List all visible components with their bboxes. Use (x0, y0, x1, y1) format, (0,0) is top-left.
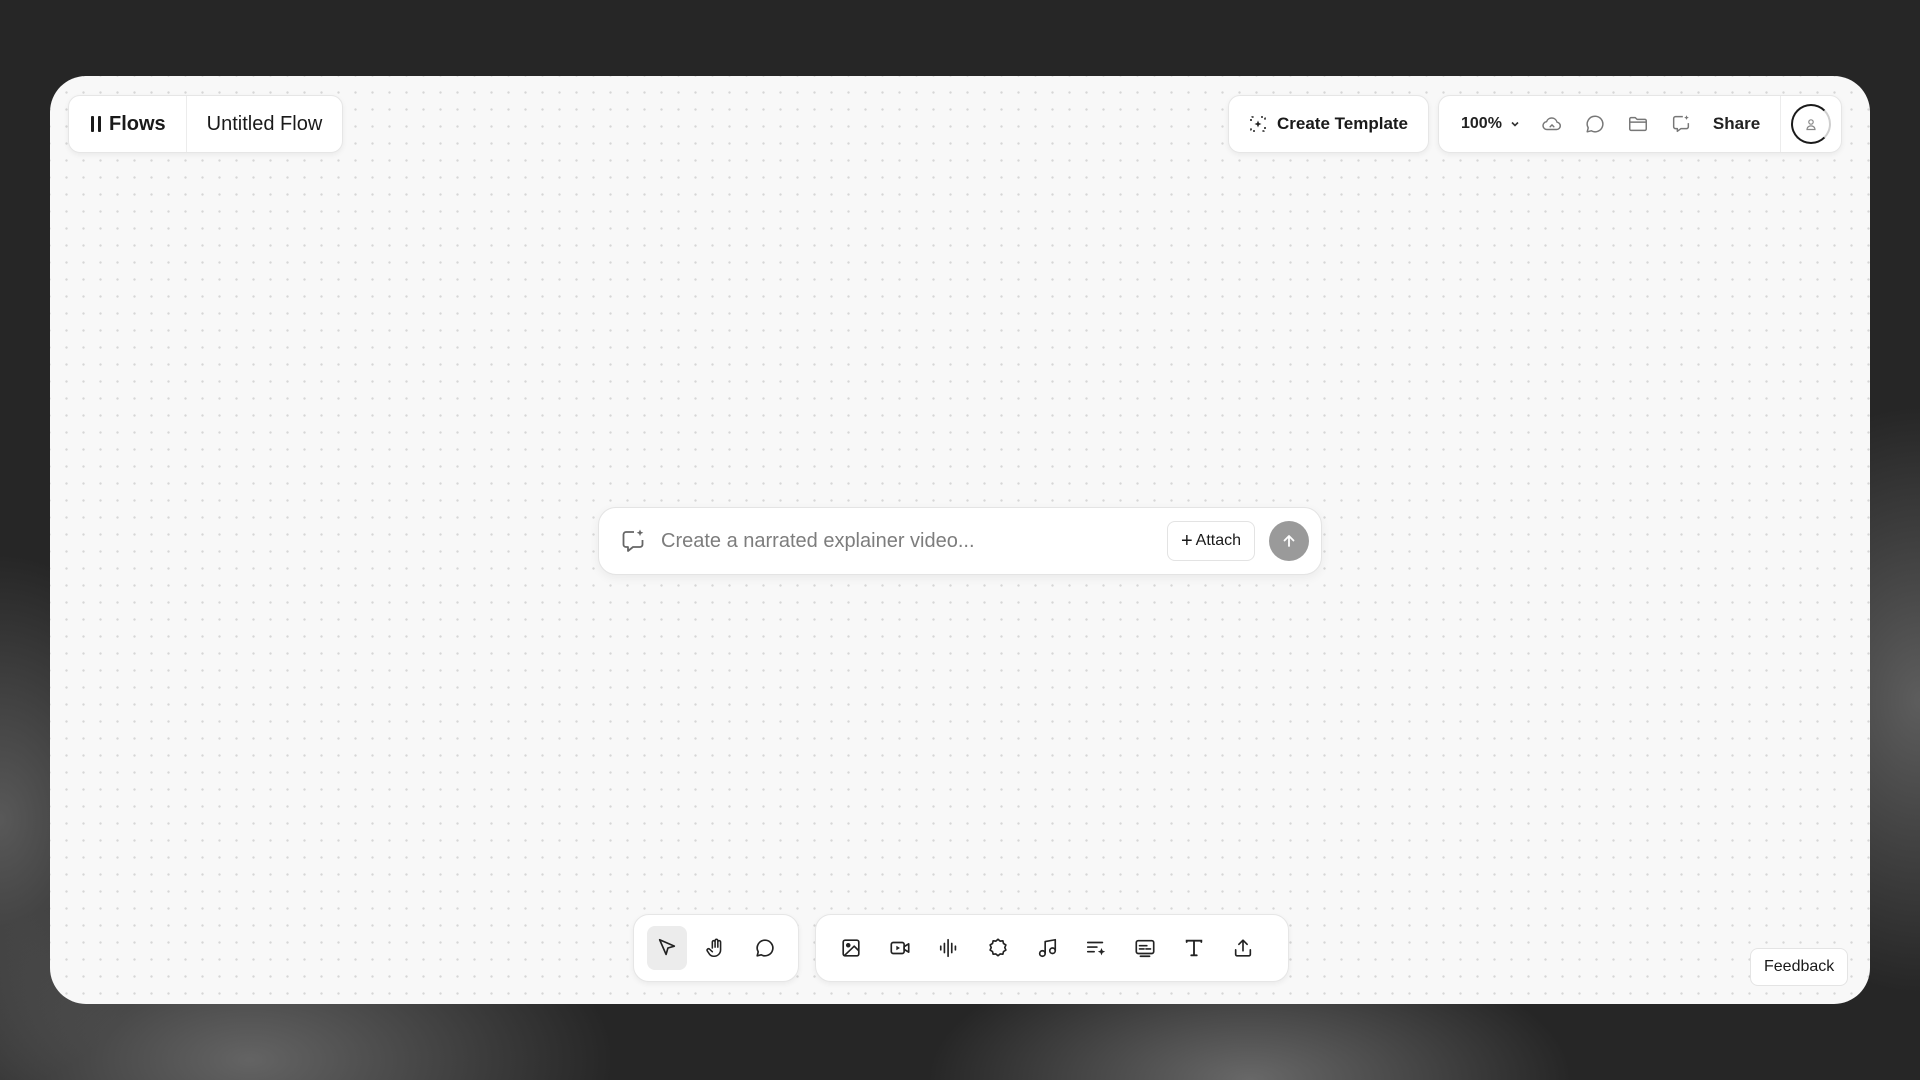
zoom-level: 100% (1461, 115, 1502, 132)
cursor-icon (658, 938, 675, 956)
text-tool[interactable] (1173, 926, 1215, 970)
plus-icon: + (1180, 530, 1193, 552)
top-right-toolbar: 100% Share (1438, 95, 1843, 153)
video-tool[interactable] (879, 926, 921, 970)
attach-label: Attach (1195, 532, 1241, 549)
user-avatar[interactable] (1791, 104, 1832, 144)
flows-home-button[interactable]: Flows (69, 96, 187, 152)
zoom-dropdown[interactable]: 100% (1461, 115, 1520, 133)
brand-panel: Flows Untitled Flow (68, 95, 344, 153)
flow-title[interactable]: Untitled Flow (187, 113, 343, 136)
waveform-icon (939, 938, 956, 958)
music-note-icon (1038, 938, 1056, 958)
image-tool[interactable] (830, 926, 872, 970)
template-icon (1249, 115, 1267, 133)
select-tool[interactable] (646, 926, 687, 970)
upload-tool[interactable] (1222, 926, 1264, 970)
navigation-toolbar (633, 914, 799, 982)
brand-label: Flows (109, 112, 166, 135)
ai-chat-icon[interactable] (1667, 110, 1695, 138)
comments-icon[interactable] (1581, 110, 1609, 138)
comment-tool[interactable] (745, 926, 785, 970)
music-tool[interactable] (1026, 926, 1068, 970)
audio-tool[interactable] (928, 926, 970, 970)
avatar-container (1780, 96, 1841, 152)
video-camera-icon (889, 941, 910, 955)
hand-tool[interactable] (696, 926, 736, 970)
chevron-down-icon (1511, 121, 1519, 127)
effects-tool[interactable] (977, 926, 1019, 970)
arrow-up-icon (1283, 535, 1295, 547)
ai-sparkle-icon (619, 527, 647, 555)
text-sparkle-icon (1086, 941, 1105, 956)
comment-icon (756, 939, 774, 957)
create-template-label: Create Template (1277, 114, 1409, 133)
image-icon (841, 939, 860, 957)
captions-tool[interactable] (1124, 926, 1166, 970)
media-toolbar (815, 914, 1289, 982)
sparkle-badge-icon (988, 938, 1007, 957)
feedback-button[interactable]: Feedback (1750, 948, 1849, 986)
send-button[interactable] (1269, 521, 1309, 561)
attach-button[interactable]: + Attach (1166, 521, 1255, 561)
folder-icon[interactable] (1624, 110, 1652, 138)
captions-icon (1134, 939, 1155, 958)
flows-logo-icon (91, 116, 101, 132)
create-template-button[interactable]: Create Template (1228, 95, 1430, 153)
hand-icon (706, 938, 722, 958)
cloud-sync-icon[interactable] (1538, 110, 1566, 138)
text-icon (1185, 939, 1202, 957)
flow-canvas[interactable]: Flows Untitled Flow Create Template 100% (50, 76, 1870, 1004)
user-icon (1806, 119, 1816, 131)
upload-icon (1234, 939, 1251, 957)
share-button[interactable]: Share (1713, 114, 1760, 134)
script-tool[interactable] (1075, 926, 1117, 970)
prompt-input[interactable] (661, 529, 1167, 553)
prompt-bar: + Attach (598, 507, 1322, 575)
